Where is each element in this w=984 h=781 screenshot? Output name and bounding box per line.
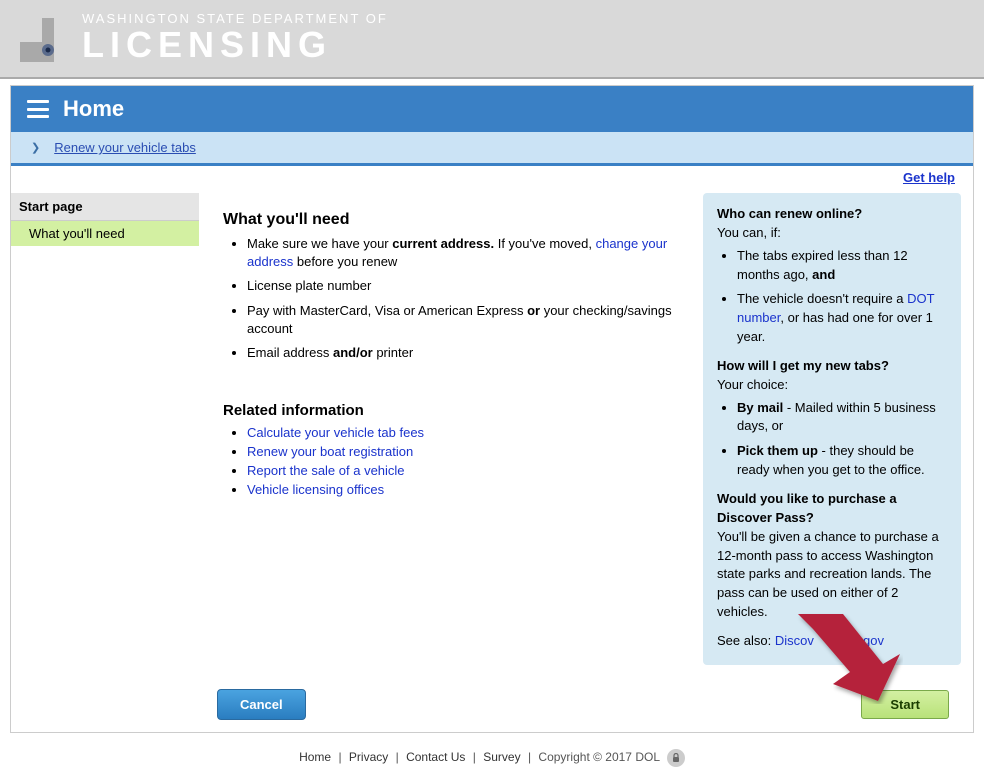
list-item: Report the sale of a vehicle	[247, 463, 689, 478]
footer-link-survey[interactable]: Survey	[483, 750, 520, 764]
brand-text: WASHINGTON STATE DEPARTMENT OF LICENSING	[82, 12, 388, 63]
info-lead: You can, if:	[717, 224, 947, 243]
needs-heading: What you'll need	[223, 211, 689, 229]
main-content: What you'll need Make sure we have your …	[199, 193, 703, 501]
get-help-link[interactable]: Get help	[903, 170, 955, 185]
agency-logo	[20, 14, 68, 62]
start-button[interactable]: Start	[861, 690, 949, 719]
footer-copyright: Copyright © 2017 DOL	[538, 750, 659, 764]
breadcrumb-link[interactable]: Renew your vehicle tabs	[54, 140, 196, 155]
footer-link-contact[interactable]: Contact Us	[406, 750, 465, 764]
list-item: Renew your boat registration	[247, 444, 689, 459]
agency-wordmark: LICENSING	[82, 27, 388, 63]
related-heading: Related information	[223, 402, 689, 419]
list-item: Calculate your vehicle tab fees	[247, 425, 689, 440]
info-question: Who can renew online?	[717, 205, 947, 224]
info-box: Who can renew online? You can, if: The t…	[703, 193, 961, 665]
info-question: How will I get my new tabs?	[717, 357, 947, 376]
cancel-button[interactable]: Cancel	[217, 689, 306, 720]
list-item: Pay with MasterCard, Visa or American Ex…	[247, 302, 689, 338]
sidebar: Start page What you'll need	[11, 193, 199, 246]
action-row: Cancel Start	[11, 689, 973, 732]
needs-list: Make sure we have your current address. …	[223, 235, 689, 362]
hamburger-icon[interactable]	[27, 100, 49, 118]
info-lead: Your choice:	[717, 376, 947, 395]
list-item: Email address and/or printer	[247, 344, 689, 362]
related-list: Calculate your vehicle tab fees Renew yo…	[223, 425, 689, 497]
related-link[interactable]: Renew your boat registration	[247, 444, 413, 459]
related-link[interactable]: Calculate your vehicle tab fees	[247, 425, 424, 440]
list-item: License plate number	[247, 277, 689, 295]
list-item: Pick them up - they should be ready when…	[737, 442, 947, 480]
logo-icon	[20, 14, 68, 62]
breadcrumb: ❯ Renew your vehicle tabs	[11, 132, 973, 166]
list-item: Make sure we have your current address. …	[247, 235, 689, 271]
info-body: You'll be given a chance to purchase a 1…	[717, 528, 947, 622]
info-sidebar: Who can renew online? You can, if: The t…	[703, 193, 973, 665]
sidebar-heading: Start page	[11, 193, 199, 221]
list-item: The vehicle doesn't require a DOT number…	[737, 290, 947, 347]
list-item: The tabs expired less than 12 months ago…	[737, 247, 947, 285]
info-question: Would you like to purchase a Discover Pa…	[717, 490, 947, 528]
lock-icon	[667, 749, 685, 767]
chevron-right-icon: ❯	[31, 141, 40, 154]
page-header: Home	[11, 86, 973, 132]
sidebar-item-active[interactable]: What you'll need	[11, 221, 199, 246]
footer-link-privacy[interactable]: Privacy	[349, 750, 388, 764]
list-item: Vehicle licensing offices	[247, 482, 689, 497]
discover-pass-link[interactable]: Discov wa.gov	[775, 633, 884, 648]
see-also: See also: Discov wa.gov	[717, 632, 947, 651]
page-title: Home	[63, 96, 124, 122]
brand-header: WASHINGTON STATE DEPARTMENT OF LICENSING	[0, 0, 984, 79]
list-item: By mail - Mailed within 5 business days,…	[737, 399, 947, 437]
related-link[interactable]: Report the sale of a vehicle	[247, 463, 405, 478]
related-link[interactable]: Vehicle licensing offices	[247, 482, 384, 497]
content-panel: Home ❯ Renew your vehicle tabs Get help …	[10, 85, 974, 733]
footer-link-home[interactable]: Home	[299, 750, 331, 764]
page-footer: Home | Privacy | Contact Us | Survey | C…	[0, 741, 984, 781]
